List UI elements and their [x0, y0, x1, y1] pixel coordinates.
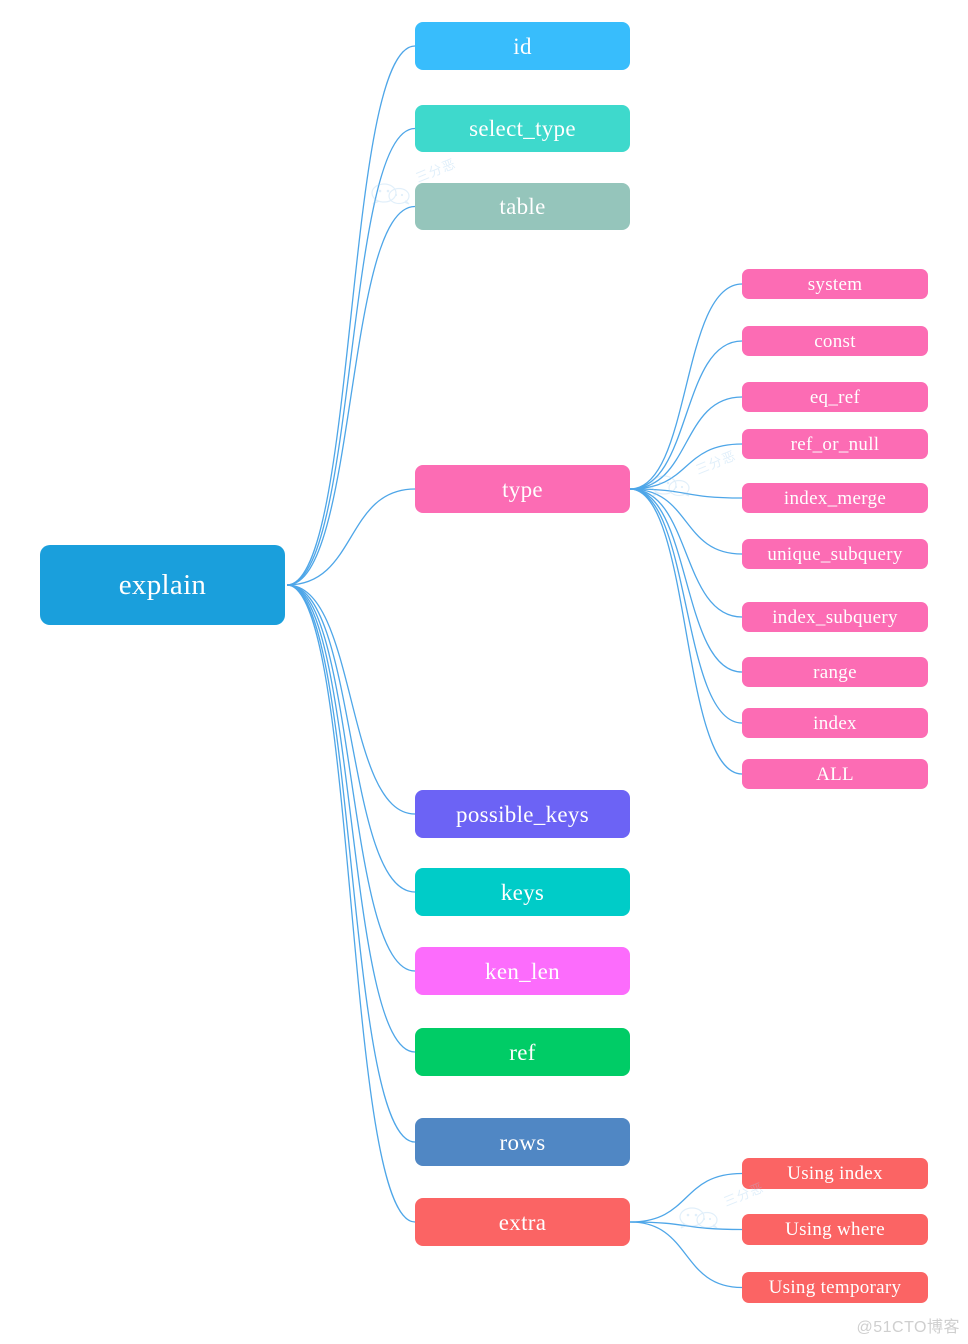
branch-node-id[interactable]: id [415, 22, 630, 70]
root-node-explain[interactable]: explain [40, 545, 285, 625]
branch-node-ken-len[interactable]: ken_len [415, 947, 630, 995]
branch-node-table[interactable]: table [415, 183, 630, 230]
leaf-node-using-where[interactable]: Using where [742, 1214, 928, 1245]
watermark-brand: 三分恶 [678, 1180, 766, 1229]
leaf-node-using-temporary[interactable]: Using temporary [742, 1272, 928, 1303]
node-label: Using index [787, 1163, 883, 1184]
leaf-node-eq-ref[interactable]: eq_ref [742, 382, 928, 412]
node-label: index [813, 712, 857, 734]
edge-extra-to-using-where [629, 1221, 743, 1231]
edge-root-to-type [286, 488, 416, 586]
wechat-icon [371, 183, 410, 205]
node-label: ref [509, 1039, 536, 1065]
node-label: keys [500, 879, 545, 905]
node-label: explain [118, 568, 207, 601]
edge-type-to-const [629, 340, 743, 490]
corner-watermark: @51CTO博客 [856, 1319, 960, 1336]
edge-extra-to-using-index [629, 1172, 743, 1223]
node-label: select_type [469, 116, 576, 141]
node-label: const [814, 330, 856, 352]
branch-node-ref[interactable]: ref [415, 1028, 630, 1076]
watermark-brand: 三分恶 [650, 448, 738, 497]
leaf-node-all[interactable]: ALL [742, 759, 928, 789]
leaf-node-index-merge[interactable]: index_merge [742, 483, 928, 513]
edge-type-to-system [629, 283, 743, 490]
edge-root-to-ref [286, 584, 416, 1053]
leaf-node-const[interactable]: const [742, 326, 928, 356]
branch-node-keys[interactable]: keys [415, 868, 630, 916]
edge-root-to-rows [286, 584, 416, 1143]
edge-root-to-select-type [286, 127, 416, 586]
edge-type-to-ref-or-null [629, 443, 743, 490]
node-label: index_merge [783, 487, 887, 509]
node-label: ken_len [485, 958, 560, 984]
node-label: ALL [816, 763, 854, 785]
edge-extra-to-using-temporary [629, 1221, 743, 1289]
branch-node-type[interactable]: type [415, 465, 630, 513]
node-label: id [513, 33, 532, 59]
leaf-node-index[interactable]: index [742, 708, 928, 738]
leaf-node-unique-subquery[interactable]: unique_subquery [742, 539, 928, 569]
node-label: index_subquery [772, 606, 898, 628]
edge-root-to-id [286, 45, 416, 586]
node-label: unique_subquery [767, 543, 903, 565]
edge-root-to-ken-len [286, 584, 416, 972]
branch-node-rows[interactable]: rows [415, 1118, 630, 1166]
mindmap-canvas: explain id select_typetable type system const… [0, 0, 968, 1344]
leaf-node-range[interactable]: range [742, 657, 928, 687]
edge-type-to-unique-subquery [629, 488, 743, 555]
leaf-node-system[interactable]: system [742, 269, 928, 299]
node-label: possible_keys [456, 801, 589, 827]
node-label: range [813, 661, 857, 683]
wechat-icon [651, 475, 690, 497]
node-label: type [502, 476, 543, 502]
node-label: Using where [785, 1219, 885, 1240]
edge-root-to-keys [286, 584, 416, 893]
node-label: ref_or_null [790, 433, 880, 455]
edge-type-to-index-subquery [629, 488, 743, 618]
node-label: system [807, 273, 863, 295]
edge-type-to-eq-ref [629, 396, 743, 490]
node-label: table [499, 194, 546, 219]
node-label: Using temporary [768, 1277, 902, 1298]
node-label: rows [499, 1129, 546, 1155]
leaf-node-using-index[interactable]: Using index [742, 1158, 928, 1189]
leaf-node-index-subquery[interactable]: index_subquery [742, 602, 928, 632]
branch-node-select-type[interactable]: select_type [415, 105, 630, 152]
leaf-node-ref-or-null[interactable]: ref_or_null [742, 429, 928, 459]
branch-node-extra[interactable]: extra [415, 1198, 630, 1246]
edge-type-to-all [629, 488, 743, 775]
node-label: eq_ref [809, 386, 861, 408]
watermark-text: 三分恶 [693, 447, 739, 478]
edge-root-to-table [286, 205, 416, 586]
edge-root-to-possible-keys [286, 584, 416, 815]
edge-root-to-extra [286, 584, 416, 1223]
edge-type-to-index [629, 488, 743, 724]
branch-node-possible-keys[interactable]: possible_keys [415, 790, 630, 838]
edge-type-to-index-merge [629, 488, 743, 499]
edge-type-to-range [629, 488, 743, 673]
wechat-icon [679, 1207, 718, 1229]
watermark-text: 三分恶 [413, 155, 459, 186]
node-label: extra [498, 1209, 547, 1235]
